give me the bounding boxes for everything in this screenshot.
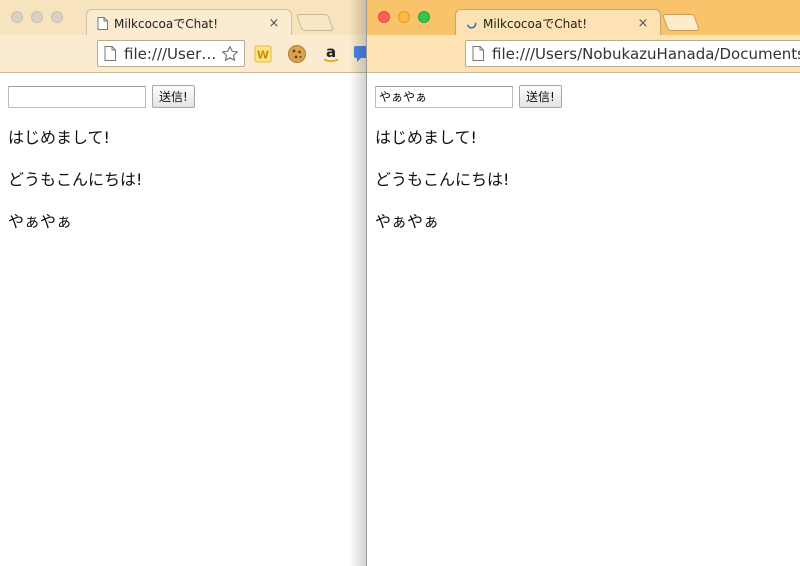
- right-browser-window: MilkcocoaでChat! × file:///Users/Nobukazu…: [366, 0, 800, 566]
- blue-extension-icon[interactable]: [351, 44, 367, 64]
- page-icon: [472, 46, 484, 61]
- send-button[interactable]: 送信!: [152, 85, 195, 108]
- message-list: はじめまして! どうもこんにちは! やぁやぁ: [8, 129, 142, 255]
- close-window-button[interactable]: [378, 11, 390, 23]
- message-list: はじめまして! どうもこんにちは! やぁやぁ: [375, 129, 509, 255]
- chat-message: やぁやぁ: [375, 212, 440, 231]
- send-button[interactable]: 送信!: [519, 85, 562, 108]
- tab-close-icon[interactable]: ×: [267, 16, 281, 31]
- zoom-window-button[interactable]: [51, 11, 63, 23]
- left-page-content: 送信! はじめまして! どうもこんにちは! やぁやぁ: [0, 74, 367, 566]
- amazon-icon[interactable]: a: [321, 44, 341, 64]
- address-url: file:///Users/NobukazuHanada/Documents/g…: [492, 44, 800, 63]
- w-extension-icon[interactable]: W: [253, 44, 273, 64]
- chat-form: 送信!: [8, 85, 195, 108]
- svg-text:W: W: [257, 49, 269, 62]
- tab-title: MilkcocoaでChat!: [114, 16, 219, 31]
- right-browser-tab[interactable]: MilkcocoaでChat! ×: [455, 9, 661, 36]
- left-browser-tab[interactable]: MilkcocoaでChat! ×: [86, 9, 292, 36]
- chat-form: 送信!: [375, 85, 562, 108]
- chat-message: どうもこんにちは!: [8, 170, 143, 189]
- page-icon: [97, 16, 108, 30]
- message-input[interactable]: [375, 85, 513, 108]
- address-bar[interactable]: file:///User…: [97, 40, 245, 67]
- loading-spinner-icon: [467, 22, 477, 29]
- right-window-controls: [378, 11, 430, 23]
- right-title-bar: MilkcocoaでChat! ×: [367, 0, 800, 36]
- chat-message: どうもこんにちは!: [375, 170, 510, 189]
- right-page-content: 送信! はじめまして! どうもこんにちは! やぁやぁ: [367, 74, 800, 566]
- address-bar[interactable]: file:///Users/NobukazuHanada/Documents/g…: [465, 40, 800, 67]
- left-title-bar: MilkcocoaでChat! ×: [0, 0, 367, 36]
- svg-text:a: a: [326, 44, 336, 61]
- chat-message: はじめまして!: [8, 128, 110, 147]
- message-input[interactable]: [8, 85, 146, 108]
- new-tab-button[interactable]: [661, 14, 701, 31]
- page-icon: [104, 46, 116, 61]
- left-window-controls: [11, 11, 63, 23]
- bookmark-star-icon[interactable]: [220, 45, 240, 63]
- zoom-window-button[interactable]: [418, 11, 430, 23]
- chat-message: はじめまして!: [375, 128, 477, 147]
- address-url: file:///User…: [124, 44, 217, 63]
- chat-message: やぁやぁ: [8, 212, 73, 231]
- new-tab-button[interactable]: [295, 14, 335, 31]
- minimize-window-button[interactable]: [31, 11, 43, 23]
- tab-title: MilkcocoaでChat!: [483, 16, 588, 31]
- tab-close-icon[interactable]: ×: [636, 16, 650, 31]
- minimize-window-button[interactable]: [398, 11, 410, 23]
- close-window-button[interactable]: [11, 11, 23, 23]
- left-browser-window: MilkcocoaでChat! × file:///User… W a 送信! …: [0, 0, 367, 566]
- cookie-icon[interactable]: [287, 44, 307, 64]
